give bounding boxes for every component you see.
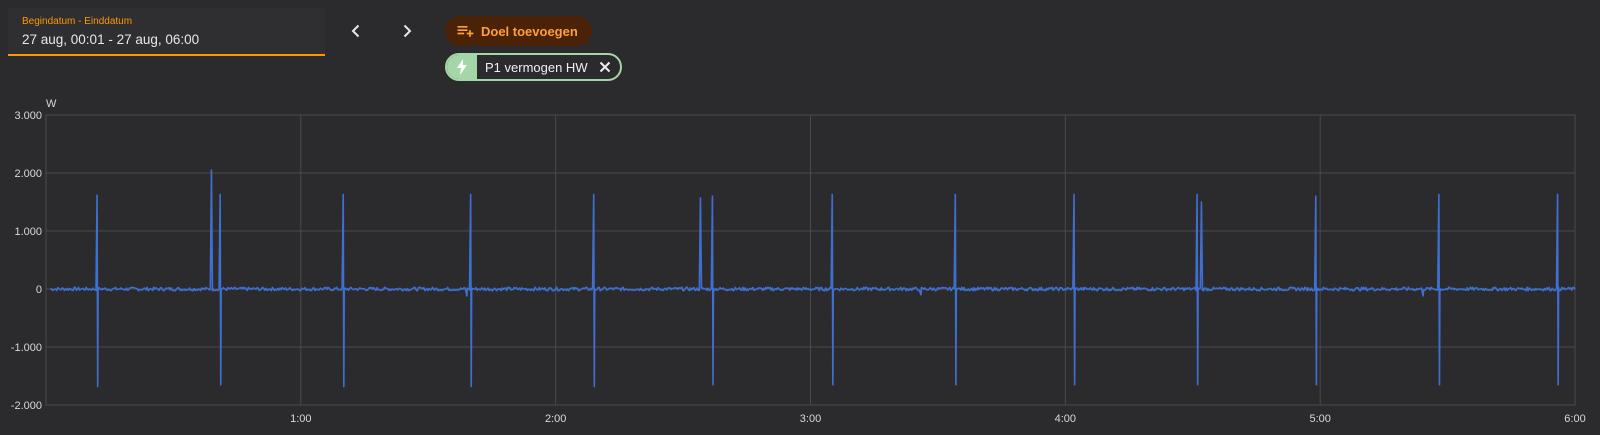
x-axis: 1:00 2:00 3:00 4:00 5:00 6:00 <box>290 413 1586 425</box>
y-axis-unit: W <box>46 98 57 110</box>
x-tick-label: 5:00 <box>1309 413 1330 425</box>
x-tick-label: 3:00 <box>800 413 821 425</box>
x-tick-label: 4:00 <box>1055 413 1076 425</box>
y-tick-label: 1.000 <box>14 226 42 238</box>
y-tick-label: 2.000 <box>14 168 42 180</box>
y-tick-label: -2.000 <box>11 400 42 412</box>
power-chart[interactable]: W -2.000 -1.000 0 1.000 2.000 3.000 1:00 2:00 3… <box>0 0 1600 435</box>
y-tick-label: 0 <box>36 284 42 296</box>
x-tick-label: 1:00 <box>290 413 311 425</box>
y-tick-label: -1.000 <box>11 342 42 354</box>
series-line-p1-vermogen-hw <box>50 169 1576 388</box>
x-tick-label: 2:00 <box>545 413 566 425</box>
x-tick-label: 6:00 <box>1564 413 1585 425</box>
chart-grid <box>45 114 1576 406</box>
y-tick-label: 3.000 <box>14 110 42 122</box>
y-axis: -2.000 -1.000 0 1.000 2.000 3.000 <box>11 110 42 412</box>
plot-area <box>50 169 1576 388</box>
